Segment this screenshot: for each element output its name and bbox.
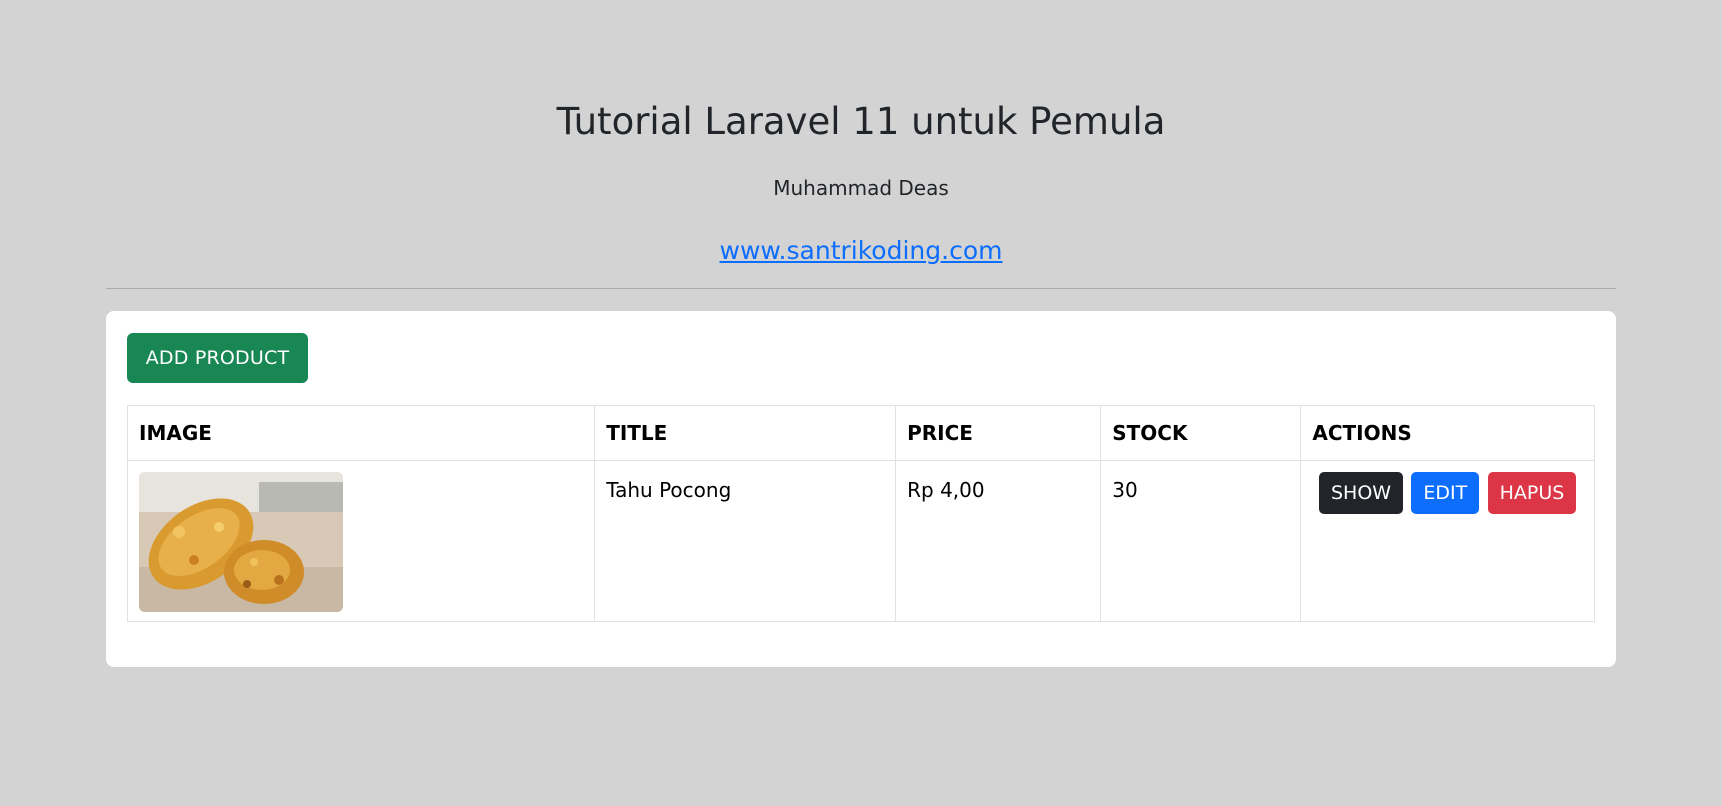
table-header-row: IMAGE TITLE PRICE STOCK ACTIONS bbox=[126, 405, 1595, 461]
actions-group: SHOW EDIT HAPUS bbox=[1312, 472, 1583, 514]
page: Tutorial Laravel 11 untuk Pemula Muhamma… bbox=[0, 0, 1722, 806]
column-header-stock: STOCK bbox=[1100, 405, 1302, 461]
products-card: ADD PRODUCT IMAGE TITLE PRICE STOCK ACTI… bbox=[106, 311, 1616, 667]
product-stock: 30 bbox=[1100, 460, 1302, 622]
product-title: Tahu Pocong bbox=[594, 460, 897, 622]
product-actions-cell: SHOW EDIT HAPUS bbox=[1300, 460, 1595, 622]
delete-button[interactable]: HAPUS bbox=[1487, 472, 1577, 514]
header-divider bbox=[106, 288, 1616, 289]
products-table: IMAGE TITLE PRICE STOCK ACTIONS Tahu Poc… bbox=[126, 405, 1595, 622]
add-product-button[interactable]: ADD PRODUCT bbox=[127, 333, 308, 383]
product-image bbox=[139, 472, 343, 612]
column-header-actions: ACTIONS bbox=[1300, 405, 1595, 461]
column-header-price: PRICE bbox=[895, 405, 1102, 461]
product-image-cell bbox=[126, 460, 596, 622]
product-price: Rp 4,00 bbox=[895, 460, 1102, 622]
site-link[interactable]: www.santrikoding.com bbox=[720, 236, 1003, 265]
edit-button[interactable]: EDIT bbox=[1411, 472, 1480, 514]
page-title: Tutorial Laravel 11 untuk Pemula bbox=[556, 100, 1166, 143]
site-link-container: www.santrikoding.com bbox=[0, 232, 1722, 270]
column-header-image: IMAGE bbox=[126, 405, 596, 461]
author-name: Muhammad Deas bbox=[773, 176, 949, 200]
table-row: Tahu Pocong Rp 4,00 30 SHOW EDIT HAPUS bbox=[126, 460, 1595, 622]
column-header-title: TITLE bbox=[594, 405, 897, 461]
show-button[interactable]: SHOW bbox=[1318, 472, 1404, 514]
